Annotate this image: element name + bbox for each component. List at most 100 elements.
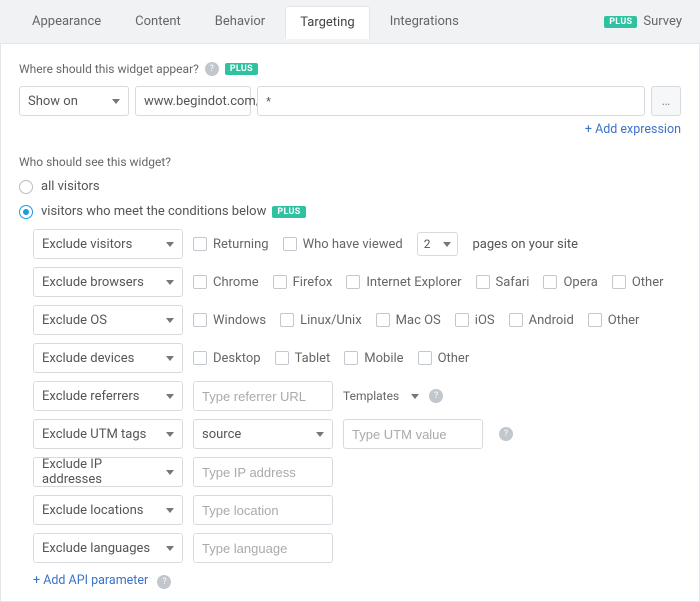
checkbox-icon <box>612 275 626 289</box>
radio-conditions[interactable]: visitors who meet the conditions below P… <box>19 204 681 219</box>
chevron-down-icon <box>112 99 120 104</box>
chevron-down-icon <box>166 356 174 361</box>
where-label: Where should this widget appear? ? PLUS <box>19 62 681 76</box>
url-row: Show on www.begindot.com/ … <box>19 86 681 116</box>
content-panel: Where should this widget appear? ? PLUS … <box>0 44 700 602</box>
cb-who-viewed[interactable]: Who have viewed <box>283 237 403 252</box>
tab-content[interactable]: Content <box>121 6 195 37</box>
tab-behavior[interactable]: Behavior <box>201 6 279 37</box>
tab-bar: Appearance Content Behavior Targeting In… <box>0 0 700 44</box>
locations-select[interactable]: Exclude locations <box>33 495 183 525</box>
ip-select[interactable]: Exclude IP addresses <box>33 457 183 487</box>
plus-badge: PLUS <box>272 206 305 218</box>
row-referrers: Exclude referrers Templates? <box>33 381 681 411</box>
checkbox-icon <box>543 275 557 289</box>
utm-value-input[interactable] <box>343 419 483 449</box>
row-languages: Exclude languages <box>33 533 681 563</box>
page-count-select[interactable]: 2 <box>417 232 459 256</box>
who-label: Who should see this widget? <box>19 155 681 169</box>
cb-other[interactable]: Other <box>612 275 664 290</box>
checkbox-icon <box>344 351 358 365</box>
url-pattern-input[interactable] <box>257 86 645 116</box>
utm-select[interactable]: Exclude UTM tags <box>33 419 183 449</box>
plus-badge: PLUS <box>604 16 637 28</box>
where-text: Where should this widget appear? <box>19 62 199 76</box>
checkbox-icon <box>280 313 294 327</box>
cb-mobile[interactable]: Mobile <box>344 351 403 366</box>
cb-macos[interactable]: Mac OS <box>376 313 441 328</box>
pages-suffix: pages on your site <box>472 237 578 252</box>
domain-text: www.begindot.com/ <box>144 94 261 109</box>
row-locations: Exclude locations <box>33 495 681 525</box>
radio-all-visitors[interactable]: all visitors <box>19 179 681 194</box>
templates-dropdown[interactable]: Templates? <box>343 389 443 403</box>
checkbox-icon <box>193 237 207 251</box>
cb-android[interactable]: Android <box>509 313 574 328</box>
cb-other[interactable]: Other <box>588 313 640 328</box>
checkbox-icon <box>283 237 297 251</box>
who-text: Who should see this widget? <box>19 155 171 169</box>
referrers-select[interactable]: Exclude referrers <box>33 381 183 411</box>
cb-ie[interactable]: Internet Explorer <box>346 275 461 290</box>
chevron-down-icon <box>166 508 174 513</box>
cb-ios[interactable]: iOS <box>455 313 495 328</box>
radio-icon <box>19 205 33 219</box>
referrer-input[interactable] <box>193 381 333 411</box>
add-api-row: + Add API parameter ? <box>33 573 681 589</box>
cb-desktop[interactable]: Desktop <box>193 351 261 366</box>
cb-windows[interactable]: Windows <box>193 313 266 328</box>
row-visitors: Exclude visitors Returning Who have view… <box>33 229 681 259</box>
location-input[interactable] <box>193 495 333 525</box>
devices-select[interactable]: Exclude devices <box>33 343 183 373</box>
row-ip: Exclude IP addresses <box>33 457 681 487</box>
chevron-down-icon <box>166 432 174 437</box>
help-icon[interactable]: ? <box>205 62 219 76</box>
cb-safari[interactable]: Safari <box>476 275 530 290</box>
checkbox-icon <box>193 351 207 365</box>
checkbox-icon <box>273 275 287 289</box>
checkbox-icon <box>376 313 390 327</box>
tab-appearance[interactable]: Appearance <box>18 6 115 37</box>
cb-tablet[interactable]: Tablet <box>275 351 331 366</box>
help-icon[interactable]: ? <box>499 427 513 441</box>
language-input[interactable] <box>193 533 333 563</box>
plus-badge: PLUS <box>225 63 258 75</box>
cb-returning[interactable]: Returning <box>193 237 269 252</box>
ellipsis-icon: … <box>662 94 671 109</box>
help-icon[interactable]: ? <box>429 389 443 403</box>
row-browsers: Exclude browsers Chrome Firefox Internet… <box>33 267 681 297</box>
add-expression-link[interactable]: + Add expression <box>585 122 681 137</box>
radio-icon <box>19 180 33 194</box>
os-select[interactable]: Exclude OS <box>33 305 183 335</box>
checkbox-icon <box>193 275 207 289</box>
show-on-value: Show on <box>28 94 78 109</box>
cb-other[interactable]: Other <box>418 351 470 366</box>
show-on-select[interactable]: Show on <box>19 86 129 116</box>
cb-linux[interactable]: Linux/Unix <box>280 313 362 328</box>
chevron-down-icon <box>443 242 451 247</box>
cb-opera[interactable]: Opera <box>543 275 597 290</box>
row-os: Exclude OS Windows Linux/Unix Mac OS iOS… <box>33 305 681 335</box>
chevron-down-icon <box>166 280 174 285</box>
ip-input[interactable] <box>193 457 333 487</box>
cb-chrome[interactable]: Chrome <box>193 275 259 290</box>
languages-select[interactable]: Exclude languages <box>33 533 183 563</box>
checkbox-icon <box>455 313 469 327</box>
tab-integrations[interactable]: Integrations <box>376 6 473 37</box>
help-icon[interactable]: ? <box>157 575 171 589</box>
row-utm: Exclude UTM tags source ? <box>33 419 681 449</box>
conditions: Exclude visitors Returning Who have view… <box>19 229 681 589</box>
chevron-down-icon <box>166 470 174 475</box>
utm-source-select[interactable]: source <box>193 419 333 449</box>
browsers-select[interactable]: Exclude browsers <box>33 267 183 297</box>
radio-label: all visitors <box>41 179 100 194</box>
checkbox-icon <box>588 313 602 327</box>
add-api-link[interactable]: + Add API parameter <box>33 573 148 588</box>
row-devices: Exclude devices Desktop Tablet Mobile Ot… <box>33 343 681 373</box>
more-button[interactable]: … <box>651 86 681 116</box>
checkbox-icon <box>509 313 523 327</box>
checkbox-icon <box>275 351 289 365</box>
visitors-select[interactable]: Exclude visitors <box>33 229 183 259</box>
tab-targeting[interactable]: Targeting <box>285 6 369 39</box>
cb-firefox[interactable]: Firefox <box>273 275 333 290</box>
